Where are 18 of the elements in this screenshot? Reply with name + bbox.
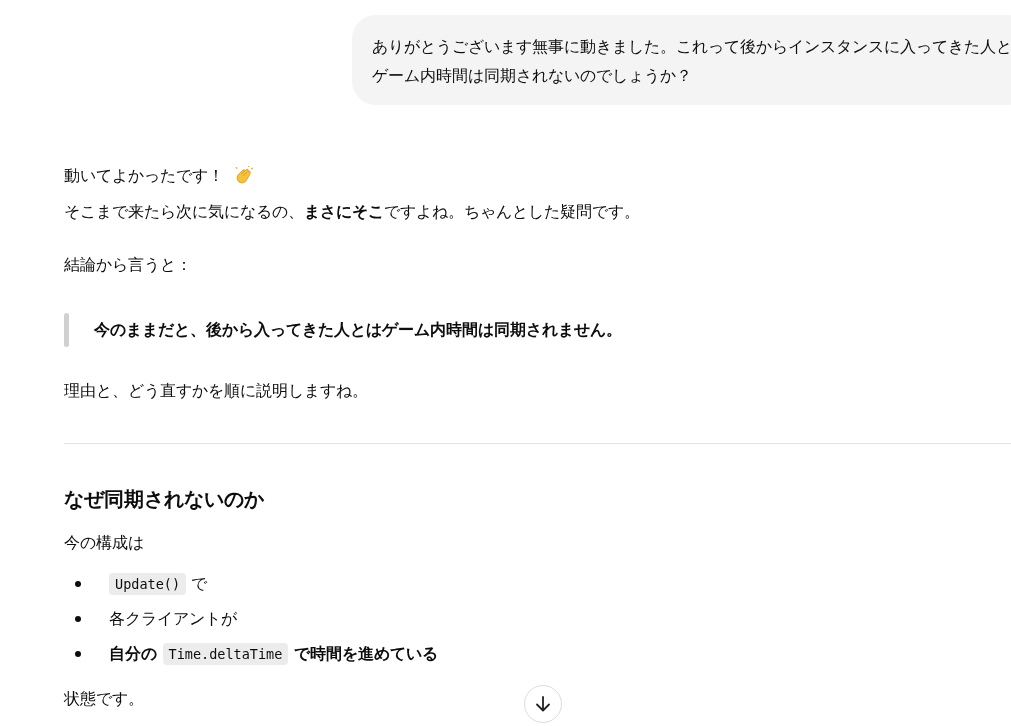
reply-text: 今の構成は: [64, 532, 144, 554]
clapping-hands-icon: [234, 166, 254, 186]
section-heading: なぜ同期されないのか: [64, 486, 265, 513]
bullet-icon: [75, 651, 81, 657]
list-item-text: Update() で: [109, 570, 208, 598]
user-message-bubble: ありがとうございます無事に動きました。これって後からインスタンスに入ってきた人とゲーム内時間は同期されないのでしょうか？: [352, 15, 1011, 105]
arrow-down-icon: [534, 695, 552, 713]
reply-text: そこまで来たら次に気になるの、まさにそこですよね。ちゃんとした疑問です。: [64, 201, 640, 223]
reply-text: 理由と、どう直すかを順に説明しますね。: [64, 380, 368, 402]
bullet-icon: [75, 581, 81, 587]
reply-text: 動いてよかったです！: [64, 165, 224, 187]
reply-text: 状態です。: [64, 688, 144, 710]
reply-text: 結論から言うと：: [64, 254, 192, 276]
scroll-down-button[interactable]: [524, 685, 562, 723]
list-item-text: 各クライアントが: [109, 608, 237, 630]
quote-text: 今のままだと、後から入ってきた人とはゲーム内時間は同期されません。: [94, 319, 622, 341]
bullet-icon: [75, 616, 81, 622]
list-item-text: 自分の Time.deltaTime で時間を進めている: [109, 642, 438, 667]
